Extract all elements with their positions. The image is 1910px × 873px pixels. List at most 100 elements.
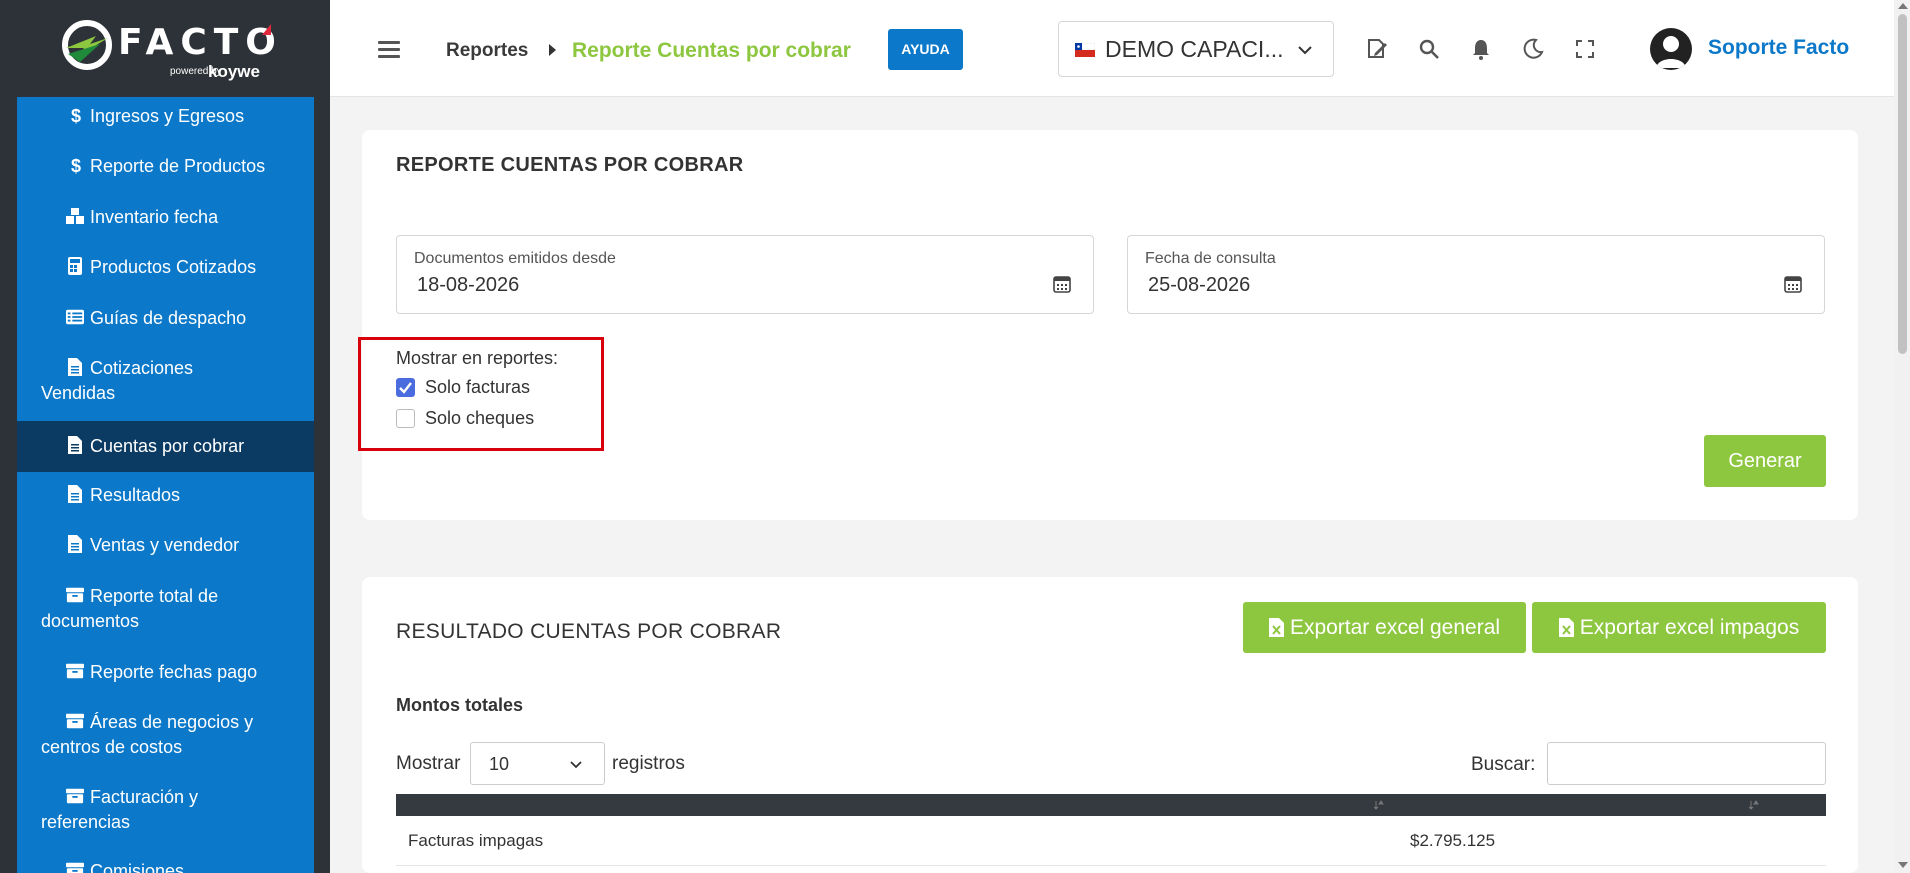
- chile-flag-icon: [1075, 43, 1095, 57]
- sort-icon[interactable]: [1749, 800, 1759, 810]
- sidebar-item-label: Ingresos y Egresos: [90, 106, 245, 126]
- row-label: Facturas impagas: [408, 831, 544, 850]
- sidebar-item-label-line2: referencias: [41, 812, 131, 832]
- file-icon: [68, 436, 82, 454]
- sidebar-item-label: Cotizaciones: [90, 358, 194, 378]
- excel-file-icon: [1558, 618, 1574, 637]
- archive-icon: [66, 862, 84, 873]
- report-filter-card: REPORTE CUENTAS POR COBRAR Documentos em…: [358, 130, 1858, 520]
- page-size-select[interactable]: 10: [470, 742, 605, 785]
- sidebar-item-areas-negocios[interactable]: Áreas de negocios y centros de costos: [17, 710, 314, 760]
- only-invoices-label: Solo facturas: [425, 377, 531, 397]
- sidebar-item-cotizaciones-vendidas[interactable]: Cotizaciones Vendidas: [17, 356, 314, 406]
- brand-accent-icon: [262, 24, 271, 35]
- only-checks-checkbox[interactable]: [396, 409, 415, 428]
- checkmark-icon: [399, 382, 412, 394]
- bell-icon[interactable]: [1469, 37, 1493, 61]
- company-name: DEMO CAPACI...: [1105, 36, 1284, 62]
- query-date-field[interactable]: Fecha de consulta 25-08-2026: [1127, 235, 1825, 314]
- sidebar-item-label: Guías de despacho: [90, 308, 247, 328]
- help-button[interactable]: AYUDA: [888, 29, 963, 70]
- show-label: Mostrar: [396, 753, 461, 774]
- user-avatar-icon: [1656, 36, 1686, 68]
- dark-mode-icon[interactable]: [1521, 37, 1545, 61]
- chevron-down-icon: [570, 761, 582, 769]
- export-general-label: Exportar excel general: [1289, 616, 1501, 639]
- results-title: RESULTADO CUENTAS POR COBRAR: [396, 620, 782, 643]
- facto-logo-icon: [62, 20, 112, 70]
- sidebar-item-facturacion-referencias[interactable]: Facturación y referencias: [17, 785, 314, 835]
- company-selector[interactable]: DEMO CAPACI...: [1058, 21, 1334, 77]
- only-invoices-checkbox[interactable]: [396, 378, 415, 397]
- menu-toggle-icon[interactable]: [378, 41, 400, 59]
- calendar-icon[interactable]: [1784, 275, 1802, 293]
- file-icon: [68, 535, 82, 553]
- sidebar-item-productos-cotizados[interactable]: Productos Cotizados: [17, 255, 314, 280]
- generate-button[interactable]: Generar: [1704, 435, 1826, 487]
- sidebar-item-reporte-total-documentos[interactable]: Reporte total de documentos: [17, 584, 314, 634]
- query-date-label: Fecha de consulta: [1145, 250, 1276, 267]
- sidebar-item-ventas-vendedor[interactable]: Ventas y vendedor: [17, 533, 314, 558]
- scroll-down-icon[interactable]: [1898, 862, 1908, 868]
- sidebar-item-reporte-productos[interactable]: $ Reporte de Productos: [17, 154, 314, 179]
- query-date-value: 25-08-2026: [1148, 274, 1251, 296]
- excel-file-icon: [1268, 618, 1284, 637]
- sidebar-item-label-line2: Vendidas: [41, 383, 116, 403]
- avatar[interactable]: [1650, 28, 1692, 70]
- search-input[interactable]: [1547, 742, 1826, 785]
- edit-document-icon[interactable]: [1365, 37, 1389, 61]
- breadcrumb-caret-icon: [549, 44, 556, 56]
- archive-icon: [66, 663, 84, 679]
- sidebar-item-guias-despacho[interactable]: Guías de despacho: [17, 306, 314, 331]
- chevron-down-icon: [1298, 46, 1312, 55]
- calendar-icon[interactable]: [1053, 275, 1071, 293]
- file-icon: [68, 485, 82, 503]
- user-name[interactable]: Soporte Facto: [1708, 36, 1849, 60]
- sidebar-item-label: Inventario fecha: [90, 207, 219, 227]
- sort-icon[interactable]: [1374, 800, 1384, 810]
- sidebar-item-reporte-fechas-pago[interactable]: Reporte fechas pago: [17, 660, 314, 685]
- sidebar-item-label-line2: documentos: [41, 611, 140, 631]
- partner-name: koywe: [208, 62, 260, 81]
- top-header: Reportes Reporte Cuentas por cobrar AYUD…: [330, 0, 1910, 97]
- sidebar-item-comisiones[interactable]: Comisiones: [17, 859, 314, 873]
- sidebar-item-ingresos-egresos[interactable]: $ Ingresos y Egresos: [17, 104, 314, 129]
- archive-icon: [66, 587, 84, 603]
- calculator-icon: [68, 257, 82, 275]
- export-unpaid-button[interactable]: Exportar excel impagos: [1532, 602, 1826, 653]
- sidebar-item-label: Reporte de Productos: [90, 156, 266, 176]
- date-from-field[interactable]: Documentos emitidos desde 18-08-2026: [396, 235, 1094, 314]
- scrollbar-thumb[interactable]: [1898, 14, 1907, 354]
- sidebar-item-cuentas-por-cobrar[interactable]: Cuentas por cobrar: [17, 421, 314, 472]
- dollar-icon: $: [70, 156, 81, 176]
- fullscreen-icon[interactable]: [1573, 37, 1597, 61]
- sidebar-item-label: Resultados: [90, 485, 181, 505]
- sidebar-item-label: Reporte total de: [90, 586, 219, 606]
- brand-name: FACTO: [118, 22, 283, 63]
- breadcrumb-current: Reporte Cuentas por cobrar: [572, 39, 851, 62]
- sidebar-item-resultados[interactable]: Resultados: [17, 483, 314, 508]
- sidebar-menu: $ Ingresos y Egresos $ Reporte de Producto…: [17, 97, 314, 873]
- page-size-value: 10: [489, 754, 510, 774]
- row-value: $2.795.125: [1410, 831, 1496, 850]
- export-unpaid-label: Exportar excel impagos: [1579, 616, 1800, 639]
- sidebar-item-label: Productos Cotizados: [90, 257, 257, 277]
- table-header: [396, 794, 1826, 816]
- sidebar-item-inventario-fecha[interactable]: Inventario fecha: [17, 205, 314, 230]
- sidebar-item-label: Reporte fechas pago: [90, 662, 258, 682]
- date-from-label: Documentos emitidos desde: [414, 250, 616, 267]
- list-icon: [66, 309, 84, 325]
- results-card: RESULTADO CUENTAS POR COBRAR Exportar ex…: [362, 577, 1858, 873]
- export-general-button[interactable]: Exportar excel general: [1243, 602, 1526, 653]
- search-icon[interactable]: [1417, 37, 1441, 61]
- sidebar-item-label: Comisiones: [90, 861, 185, 873]
- sidebar: FACTO powered by koywe $ Ingresos y Egres…: [0, 0, 330, 873]
- only-checks-label: Solo cheques: [425, 408, 535, 428]
- brand-logo[interactable]: FACTO powered by koywe: [0, 0, 330, 97]
- sidebar-item-label: Cuentas por cobrar: [90, 436, 245, 456]
- page-title: REPORTE CUENTAS POR COBRAR: [396, 154, 744, 176]
- breadcrumb-root[interactable]: Reportes: [446, 40, 528, 62]
- totals-heading: Montos totales: [396, 695, 524, 715]
- sidebar-item-label: Facturación y: [90, 787, 199, 807]
- scroll-up-icon[interactable]: [1898, 3, 1908, 9]
